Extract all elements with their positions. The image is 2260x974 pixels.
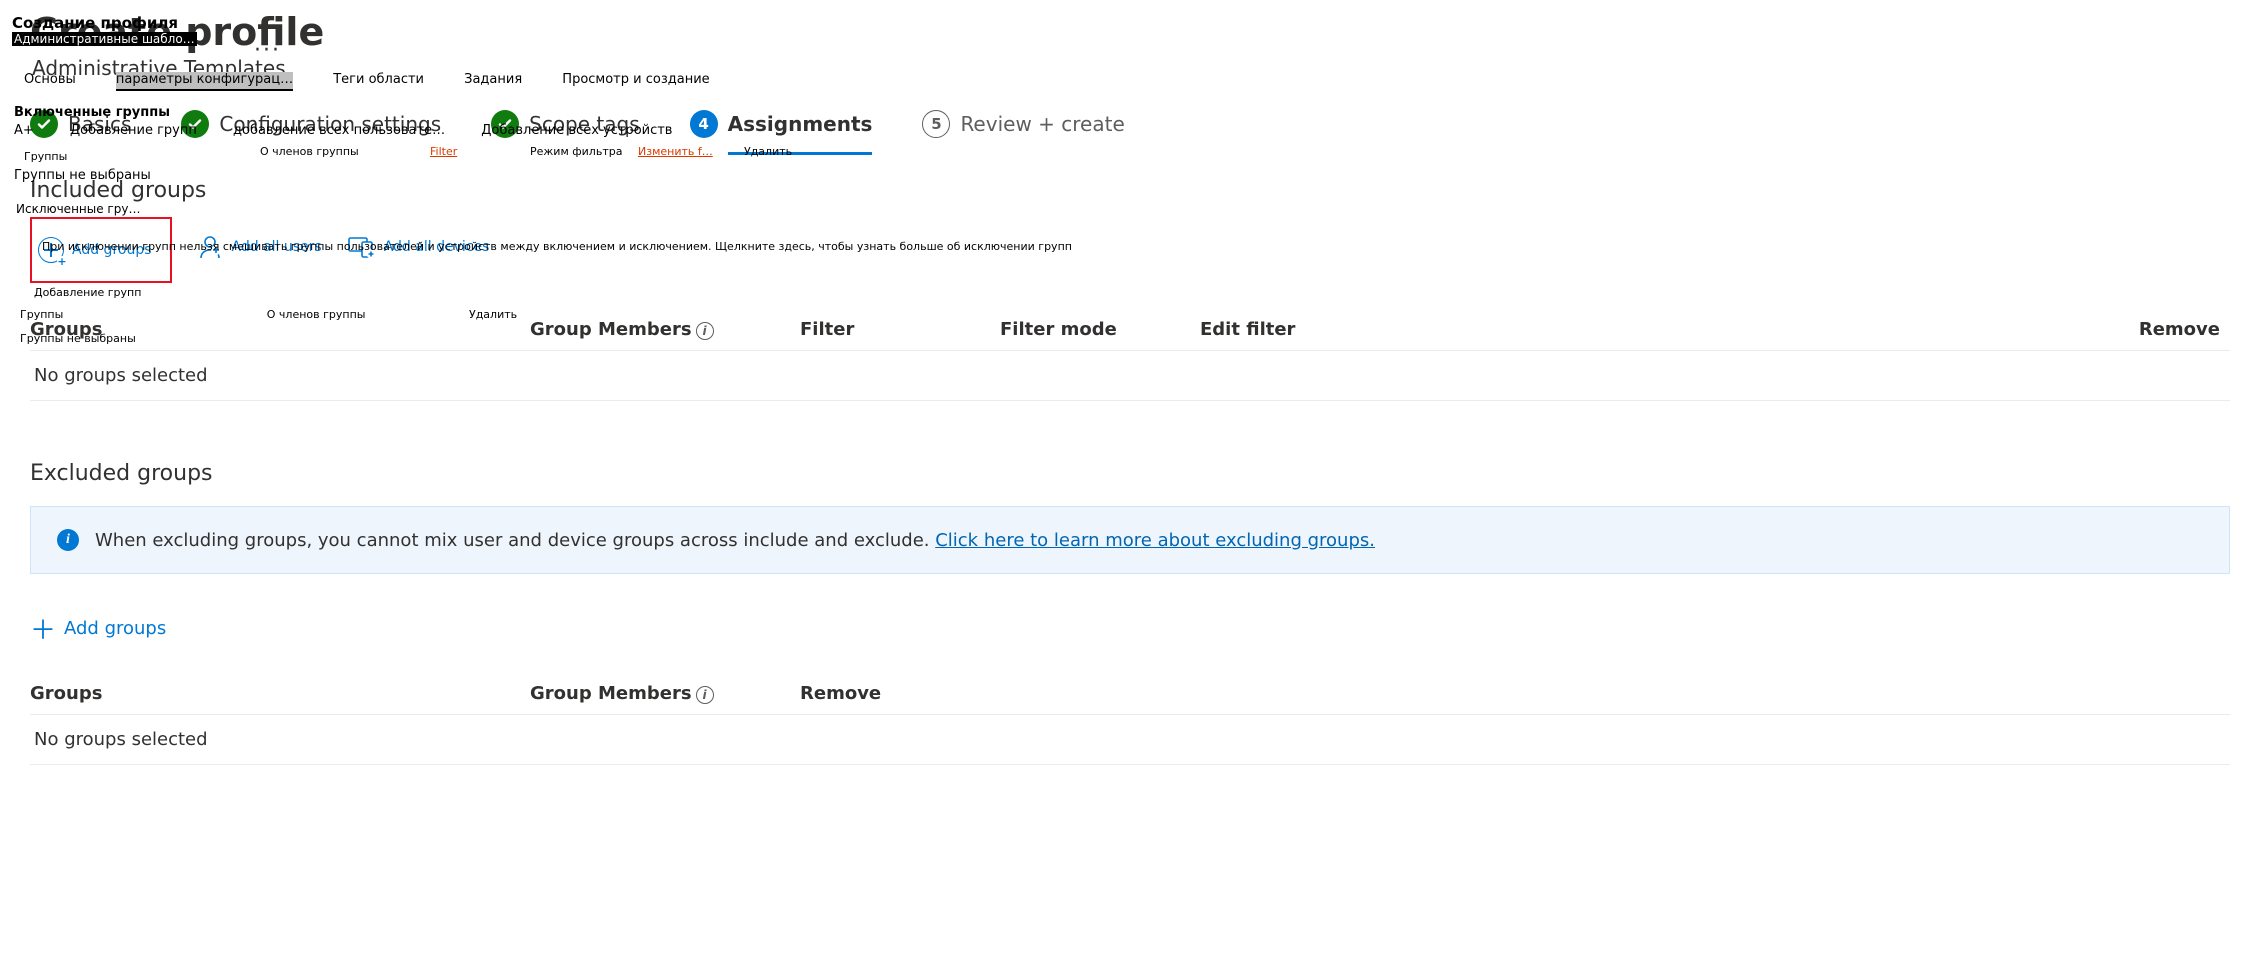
col-members[interactable]: Group Membersi — [530, 683, 800, 704]
info-icon: i — [57, 529, 79, 551]
col-filter[interactable]: Filter — [800, 319, 1000, 340]
excluded-empty-text: No groups selected — [30, 715, 2230, 764]
col-filter-mode[interactable]: Filter mode — [1000, 319, 1200, 340]
overlay-groups-label-ru: Группы — [24, 150, 67, 163]
col-edit-filter[interactable]: Edit filter — [1200, 319, 1410, 340]
exclude-info-text: When excluding groups, you cannot mix us… — [95, 530, 1375, 551]
info-icon[interactable]: i — [696, 322, 714, 340]
overlay-no-groups-selected-ru-2: Группы не выбраны — [20, 332, 136, 345]
col-members[interactable]: Group Membersi — [530, 319, 800, 340]
exclude-info-link[interactable]: Click here to learn more about excluding… — [935, 530, 1375, 551]
page-title: Create profile — [30, 10, 2230, 54]
overlay-admin-templates-ru: Административные шабло… — [12, 32, 197, 46]
excluded-add-groups-label: Add groups — [64, 618, 166, 639]
overlay-columns-ru: Группы О членов группы Удалить — [20, 308, 517, 321]
step-number-icon: 5 — [922, 110, 950, 138]
overlay-substeps-ru: Изменить f… — [638, 145, 731, 158]
step-assignments[interactable]: 4 Assignments — [690, 110, 873, 138]
overlay-substeps-ru: Режим фильтра — [530, 145, 640, 158]
col-remove[interactable]: Remove — [800, 683, 2230, 704]
overlay-no-groups-selected-ru: Группы не выбраны — [14, 168, 151, 183]
overlay-substeps-ru: О членов группы — [260, 145, 377, 158]
overlay-create-profile-ru: Создание профиля — [12, 14, 178, 32]
overlay-substeps-ru: Filter — [430, 145, 475, 158]
col-remove[interactable]: Remove — [1410, 319, 2230, 340]
plus-icon: ＋ — [30, 610, 56, 647]
more-button[interactable]: ··· — [254, 38, 281, 63]
step-review-create[interactable]: 5 Review + create — [922, 110, 1124, 138]
included-groups-heading: Included groups — [30, 178, 2230, 203]
overlay-tabs-ru: Основы параметры конфигурац… Теги област… — [24, 72, 746, 87]
overlay-excluded-groups-ru: Исключенные гру… — [16, 202, 140, 216]
overlay-add-groups-ru: Добавление групп — [34, 286, 141, 299]
excluded-groups-heading: Excluded groups — [30, 461, 2230, 486]
included-empty-text: No groups selected — [30, 351, 2230, 400]
info-icon[interactable]: i — [696, 686, 714, 704]
excluded-add-groups-button[interactable]: ＋ Add groups — [30, 610, 2230, 647]
col-groups[interactable]: Groups — [30, 683, 530, 704]
step-label: Review + create — [960, 112, 1124, 136]
overlay-exclude-note-ru: При исключении групп нельзя смешивать гр… — [42, 240, 1072, 253]
included-groups-table: Groups Group Membersi Filter Filter mode… — [30, 309, 2230, 401]
overlay-actions-ru: A+ Добавление групп добавление всех поль… — [14, 123, 704, 138]
overlay-included-groups-ru: Включенные группы — [14, 105, 170, 120]
exclude-info-banner: i When excluding groups, you cannot mix … — [30, 506, 2230, 574]
excluded-groups-table: Groups Group Membersi Remove No groups s… — [30, 673, 2230, 765]
overlay-substeps-ru: Удалить — [744, 145, 810, 158]
